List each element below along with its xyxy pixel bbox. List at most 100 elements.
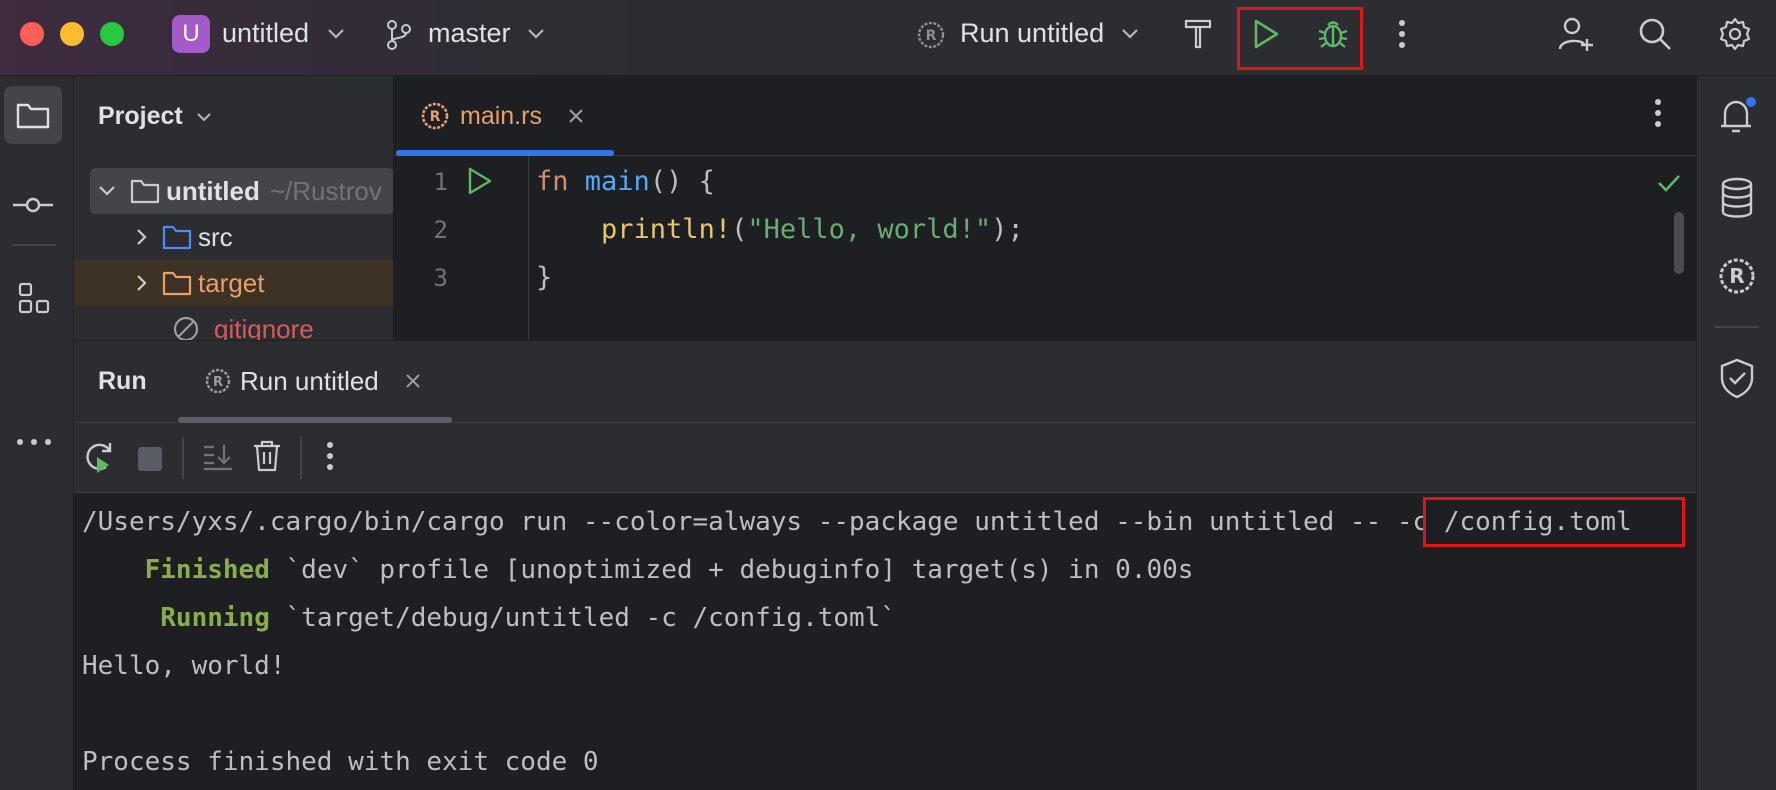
commit-icon xyxy=(13,197,53,213)
more-tools-button[interactable] xyxy=(12,432,56,452)
editor-scrollbar[interactable] xyxy=(1674,212,1684,274)
editor-tabs-more-button[interactable] xyxy=(1654,98,1670,132)
database-icon xyxy=(1721,177,1753,218)
run-toolbar xyxy=(74,423,1696,493)
rust-tool-button[interactable]: R xyxy=(1717,256,1757,296)
code-line-3[interactable]: } xyxy=(536,262,552,293)
gutter-run-button[interactable] xyxy=(466,166,496,198)
more-vertical-icon xyxy=(327,442,333,470)
search-icon[interactable] xyxy=(1636,15,1674,53)
security-button[interactable] xyxy=(1717,356,1757,400)
line-number: 3 xyxy=(433,264,448,292)
project-badge[interactable]: U xyxy=(172,15,210,53)
run-config-selector[interactable]: Run untitled xyxy=(960,18,1104,49)
tab-label: Run untitled xyxy=(240,365,379,396)
run-tool-window: Run R Run untitled /Users/yxs/.cargo/bin… xyxy=(74,340,1696,790)
project-name[interactable]: untitled xyxy=(222,18,309,49)
rust-icon: R xyxy=(916,20,946,50)
rerun-button[interactable] xyxy=(82,439,116,477)
close-icon[interactable] xyxy=(568,108,584,124)
console-exit-line: Process finished with exit code 0 xyxy=(82,747,599,777)
structure-icon xyxy=(18,282,50,314)
highlight-box-run-debug xyxy=(1237,7,1363,70)
window-minimize-button[interactable] xyxy=(60,22,84,46)
trash-icon xyxy=(254,440,280,472)
close-icon[interactable] xyxy=(405,373,421,389)
toolbar-divider xyxy=(300,437,302,479)
branch-selector[interactable]: master xyxy=(428,18,511,49)
console-command-prefix: /Users/yxs/.cargo/bin/cargo run --color=… xyxy=(82,507,1397,537)
commit-tool-button[interactable] xyxy=(10,182,56,228)
clear-all-button[interactable] xyxy=(252,439,282,475)
editor-tab-bar: R main.rs xyxy=(394,76,1696,156)
structure-tool-button[interactable] xyxy=(12,276,56,320)
console-finished-line: Finished `dev` profile [unoptimized + de… xyxy=(82,555,1194,585)
tab-label: main.rs xyxy=(460,101,542,130)
rust-file-icon: R xyxy=(421,102,449,130)
console-running-text: `target/debug/untitled -c /config.toml` xyxy=(269,603,897,633)
excluded-folder-icon xyxy=(162,271,192,296)
line-number: 1 xyxy=(433,168,448,196)
project-tool-button[interactable] xyxy=(4,86,62,144)
tree-item-project-root[interactable]: untitled ~/Rustrov xyxy=(90,168,393,214)
line-number: 2 xyxy=(433,216,448,244)
title-bar: U untitled master R Run untitled xyxy=(0,0,1776,76)
notifications-button[interactable] xyxy=(1715,94,1759,138)
code-token: } xyxy=(536,262,553,293)
project-panel-title[interactable]: Project xyxy=(98,102,212,131)
project-panel-title-label: Project xyxy=(98,102,183,130)
code-token: () { xyxy=(649,166,715,197)
chevron-right-icon xyxy=(137,229,147,245)
console-finished-label: Finished xyxy=(144,555,270,585)
tree-item-target[interactable]: target xyxy=(74,260,393,306)
project-panel: Project untitled ~/Rustrov src target gi… xyxy=(74,76,394,340)
right-tool-strip: R xyxy=(1696,76,1776,790)
tree-item-src[interactable]: src xyxy=(74,214,393,260)
add-user-icon[interactable] xyxy=(1556,14,1596,54)
run-toolbar-more-button[interactable] xyxy=(326,441,338,475)
window-maximize-button[interactable] xyxy=(100,22,124,46)
code-line-2[interactable]: println!("Hello, world!"); xyxy=(536,214,1024,245)
code-token: "Hello, world!" xyxy=(747,214,992,245)
run-window-title: Run xyxy=(98,367,147,395)
more-vertical-icon[interactable] xyxy=(1390,16,1414,52)
rerun-icon xyxy=(86,443,112,473)
scroll-to-end-button[interactable] xyxy=(202,441,234,473)
run-window-header: Run R Run untitled xyxy=(74,341,1696,423)
console-program-output: Hello, world! xyxy=(82,651,286,681)
chevron-down-icon[interactable] xyxy=(326,24,346,44)
svg-text:R: R xyxy=(430,109,441,125)
folder-icon xyxy=(16,103,50,129)
strip-divider xyxy=(12,244,56,246)
code-token: ( xyxy=(731,214,748,245)
tree-item-label: src xyxy=(198,221,233,252)
chevron-right-icon xyxy=(137,275,147,291)
window-close-button[interactable] xyxy=(20,22,44,46)
database-button[interactable] xyxy=(1717,176,1757,220)
chevron-down-icon[interactable] xyxy=(526,24,546,44)
build-hammer-icon[interactable] xyxy=(1180,16,1216,52)
code-token: println! xyxy=(601,214,732,245)
active-tab-indicator xyxy=(396,150,614,156)
rust-icon: R xyxy=(205,368,231,394)
highlight-box-command-args xyxy=(1423,497,1685,547)
gear-icon[interactable] xyxy=(1716,15,1754,53)
stop-button[interactable] xyxy=(138,447,162,471)
svg-text:R: R xyxy=(926,28,937,44)
tree-item-label: untitled xyxy=(166,175,260,206)
tree-item-gitignore[interactable]: gitignore xyxy=(74,306,393,340)
editor: R main.rs 1 2 3 fn main() { println!("He… xyxy=(394,76,1696,340)
chevron-down-icon[interactable] xyxy=(1120,24,1140,44)
strip-divider xyxy=(1715,326,1759,328)
svg-text:R: R xyxy=(213,375,223,390)
code-line-1[interactable]: fn main() { xyxy=(536,166,715,197)
tab-run-untitled[interactable]: R Run untitled xyxy=(204,363,421,399)
folder-icon xyxy=(130,179,160,204)
tab-main-rs[interactable]: R main.rs xyxy=(420,98,584,134)
more-horizontal-icon xyxy=(17,439,51,445)
no-problems-check-icon xyxy=(1656,172,1682,196)
console-running-label: Running xyxy=(160,603,270,633)
code-token: ); xyxy=(991,214,1024,245)
console-output[interactable]: /Users/yxs/.cargo/bin/cargo run --color=… xyxy=(74,493,1696,790)
